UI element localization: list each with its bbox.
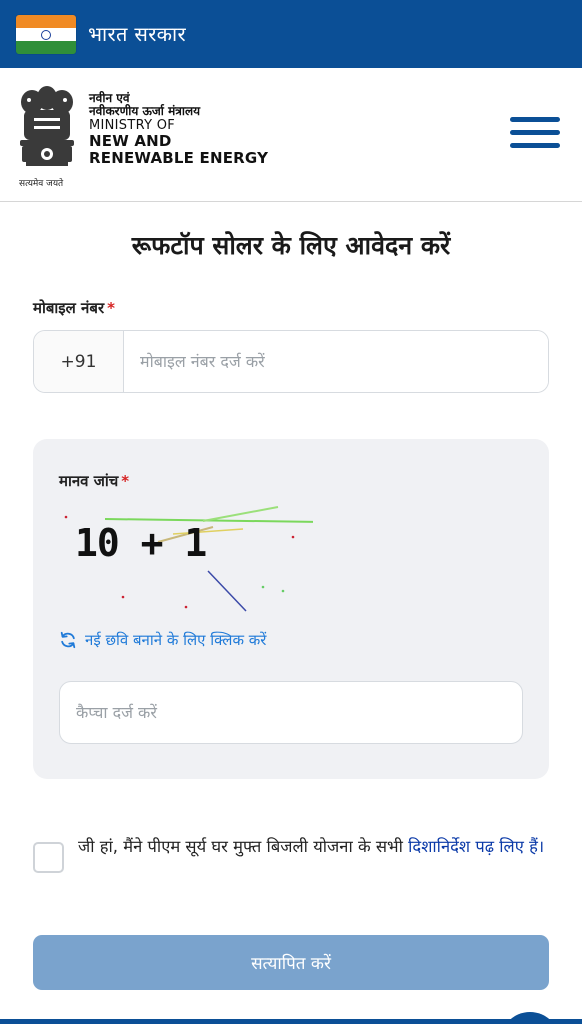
captcha-text: 10 + 1 [75,521,207,565]
country-code-prefix: +91 [34,331,124,392]
agreement-checkbox[interactable] [33,842,64,873]
page-title: रूफटॉप सोलर के लिए आवेदन करें [131,231,451,260]
mobile-number-input[interactable] [124,331,548,392]
required-mark: * [107,299,115,317]
captcha-label: मानव जांच * [59,472,130,490]
ministry-english-line-1: MINISTRY OF [89,117,176,133]
agreement-text: जी हां, मैंने पीएम सूर्य घर मुफ्त बिजली … [78,833,568,860]
mobile-input-group: +91 [33,330,549,393]
mobile-number-label: मोबाइल नंबर * [33,299,115,317]
ministry-hindi-line-1: नवीन एवं [89,91,130,105]
required-mark: * [121,472,130,490]
refresh-icon [60,631,76,649]
refresh-captcha-link[interactable]: नई छवि बनाने के लिए क्लिक करें [59,630,266,650]
government-title: भारत सरकार [88,22,186,46]
captcha-section: मानव जांच * 10 + 1 नई छवि बनाने के लिए क्… [33,439,549,779]
guidelines-link[interactable]: दिशानिर्देश पढ़ लिए हैं। [408,837,544,856]
bottom-bar [0,1019,582,1024]
ministry-english-line-2: NEW AND [89,132,172,151]
national-emblem-icon [20,86,74,166]
hamburger-menu-button[interactable] [510,117,560,153]
hamburger-icon [510,117,560,122]
ministry-hindi-line-2: नवीकरणीय ऊर्जा मंत्रालय [89,104,201,119]
government-bar: भारत सरकार [0,0,582,68]
refresh-captcha-label: नई छवि बनाने के लिए क्लिक करें [85,631,267,649]
emblem-caption: सत्यमेव जयते [19,179,64,189]
ministry-header: सत्यमेव जयते नवीन एवं नवीकरणीय ऊर्जा मंत… [0,68,582,202]
india-flag-icon [16,15,76,54]
ministry-name: नवीन एवं नवीकरणीय ऊर्जा मंत्रालय MINISTR… [89,91,269,168]
agreement-label: जी हां, मैंने पीएम सूर्य घर मुफ्त बिजली … [78,837,409,856]
ministry-english-line-3: RENEWABLE ENERGY [89,149,269,168]
captcha-input[interactable] [59,681,523,744]
floating-action-button[interactable] [500,1012,560,1024]
verify-button[interactable]: सत्यापित करें [33,935,549,990]
